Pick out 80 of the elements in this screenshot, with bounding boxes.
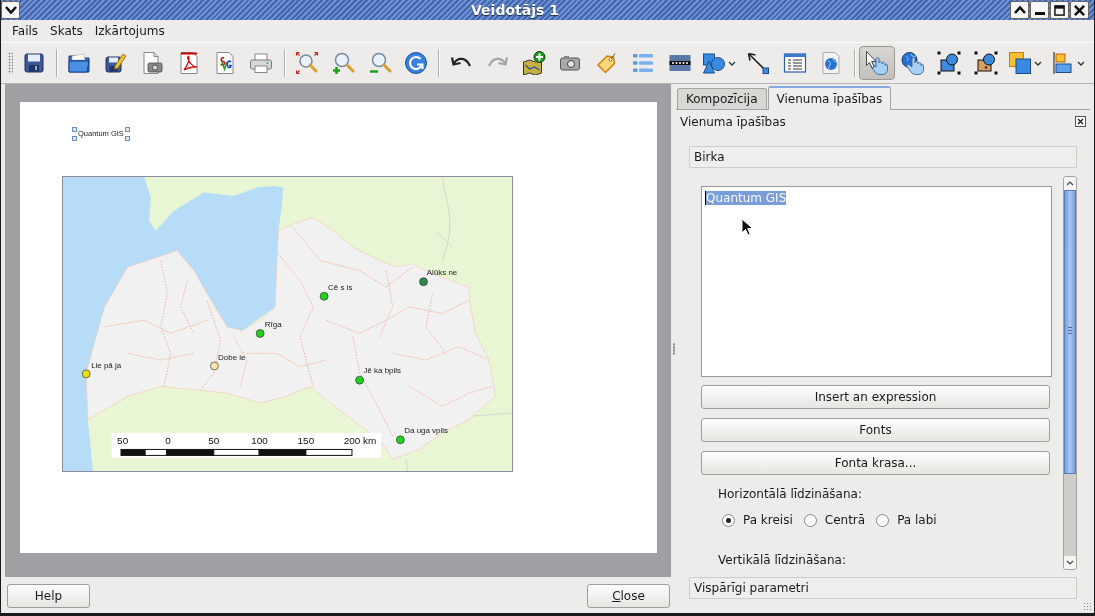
radio-icon[interactable] — [803, 513, 817, 527]
radio-option[interactable]: Centrā — [803, 512, 866, 528]
printer-icon[interactable] — [249, 51, 274, 75]
minimize-icon — [1034, 12, 1045, 15]
close-button[interactable] — [1070, 1, 1089, 19]
scrollbar-thumb[interactable] — [1064, 190, 1076, 474]
floppy-pencil-icon[interactable] — [103, 51, 128, 75]
city-label: Jē ka bpils — [363, 366, 402, 376]
scale-label: 50 — [208, 434, 220, 446]
selection-handle-icon[interactable] — [72, 136, 77, 141]
alignment-label: Horizontālā līdzināšana: — [718, 486, 863, 502]
section-header[interactable]: Vispārīgi parametri — [689, 577, 1077, 599]
tab[interactable]: Vienuma īpašības — [767, 86, 892, 110]
magnifier-minus-icon[interactable] — [367, 51, 392, 75]
menu-item[interactable]: Izkārtojums — [88, 22, 171, 40]
city-label: Rīga — [264, 319, 282, 329]
selection-handle-icon[interactable] — [125, 136, 130, 141]
city-label: Alūks ne — [426, 268, 458, 278]
alignment-label: Vertikālā līdzināšana: — [718, 552, 847, 568]
camera-document-icon[interactable] — [140, 51, 165, 75]
caret-icon — [1076, 60, 1085, 66]
diagonal-arrow-icon[interactable] — [746, 51, 771, 75]
radio-option[interactable]: Pa kreisi — [722, 512, 793, 528]
scale-label: 200 km — [343, 434, 377, 446]
scale-label: 0 — [165, 434, 171, 446]
globe-hand-icon[interactable] — [901, 51, 925, 75]
scale-label: 100 — [251, 434, 268, 446]
splitter-grip-icon[interactable] — [672, 342, 675, 355]
tab[interactable]: Kompozīcija — [677, 88, 767, 109]
shade-button[interactable] — [1010, 1, 1029, 19]
scrollbar-track[interactable] — [1063, 176, 1077, 570]
close-icon — [1074, 4, 1085, 16]
caret-icon — [728, 60, 737, 66]
chevron-down-icon — [4, 6, 17, 14]
section-header[interactable]: Birka — [689, 146, 1077, 168]
dialog-button[interactable]: Close — [587, 584, 670, 608]
radio-icon[interactable] — [722, 513, 735, 527]
property-button[interactable]: Fonta krasa... — [701, 451, 1050, 475]
stacked-squares-icon[interactable] — [1008, 51, 1033, 75]
map-plus-icon[interactable] — [522, 51, 547, 75]
mouse-pointer-icon — [741, 218, 753, 236]
maximize-icon — [1054, 4, 1065, 16]
city-label: Cē s is — [328, 283, 353, 293]
maximize-button[interactable] — [1050, 1, 1069, 19]
image-handles-icon[interactable] — [973, 51, 998, 75]
chevron-down-icon — [1066, 560, 1074, 565]
menu-item[interactable]: Fails — [6, 22, 45, 40]
city-label: Lie pā ja — [91, 360, 122, 370]
align-blocks-icon[interactable] — [1050, 51, 1075, 75]
folder-icon[interactable] — [67, 51, 92, 75]
magnifier-plus-icon[interactable] — [331, 51, 356, 75]
pointer-hand-icon[interactable] — [864, 51, 889, 75]
chevron-up-icon — [1066, 181, 1074, 186]
window-title: Veidotājs 1 — [471, 2, 559, 18]
scale-label: 150 — [297, 434, 315, 446]
scroll-up-button[interactable] — [1064, 177, 1076, 190]
radio-icon[interactable] — [876, 513, 890, 527]
property-button[interactable]: Insert an expression — [701, 385, 1050, 409]
minimize-button[interactable] — [1030, 1, 1049, 19]
window-menu-button[interactable] — [1, 1, 20, 19]
selection-handle-icon[interactable] — [125, 127, 130, 132]
magnifier-arrows-icon[interactable] — [294, 51, 319, 75]
radio-option[interactable]: Pa labi — [876, 512, 937, 528]
table-icon[interactable] — [782, 51, 807, 75]
city-label: Da uga vpils — [404, 426, 448, 436]
scale-label: 50 — [117, 434, 129, 446]
panel-title: Vienuma īpašības — [680, 114, 786, 129]
toolbar-button[interactable] — [858, 46, 895, 80]
toolbar-grip-icon — [8, 52, 13, 74]
city-label: Dobe le — [218, 352, 246, 362]
selection-handle-icon[interactable] — [72, 127, 77, 132]
menu-item[interactable]: Skats — [44, 22, 89, 40]
property-button[interactable]: Fonts — [701, 418, 1050, 442]
shape-handles-icon[interactable] — [937, 51, 962, 75]
chevron-up-icon — [1013, 6, 1026, 14]
close-icon[interactable] — [1075, 116, 1086, 127]
shapes-icon[interactable] — [702, 51, 727, 75]
scroll-down-button[interactable] — [1064, 556, 1076, 569]
caret-icon — [1034, 60, 1043, 66]
dialog-button[interactable]: Help — [7, 584, 90, 608]
